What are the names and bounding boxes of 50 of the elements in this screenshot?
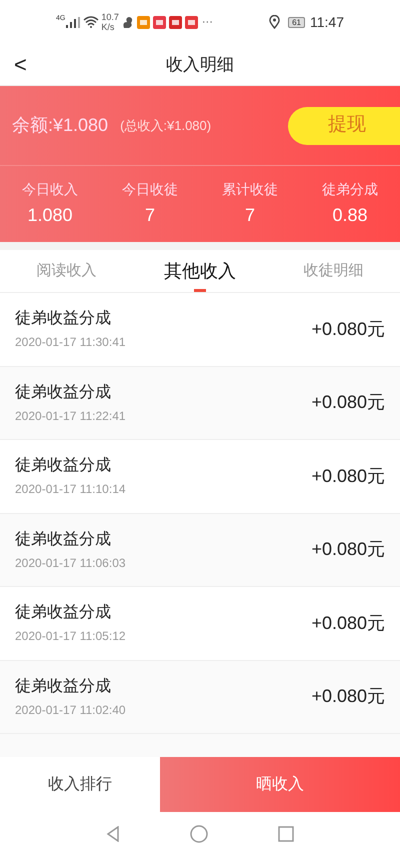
record-time: 2020-01-17 11:02:40	[15, 702, 126, 719]
home-nav-icon[interactable]	[190, 824, 208, 842]
stat-label: 今日收徒	[122, 180, 178, 199]
record-amount: +0.080元	[311, 612, 385, 635]
app-icon	[136, 16, 150, 28]
wifi-icon	[83, 16, 100, 28]
record-amount: +0.080元	[311, 538, 385, 562]
share-income-button[interactable]: 晒收入	[160, 757, 400, 812]
withdraw-button[interactable]: 提现	[288, 106, 400, 144]
signal-icon	[66, 16, 80, 28]
record-time: 2020-01-17 11:30:41	[15, 334, 126, 352]
stat-value: 0.88	[332, 204, 368, 227]
recents-nav-icon[interactable]	[278, 826, 294, 842]
battery-indicator: 61	[288, 16, 305, 28]
record-amount: +0.080元	[311, 685, 385, 708]
record-amount: +0.080元	[311, 464, 385, 488]
speed-unit: K/s	[101, 22, 116, 32]
stat-label: 今日收入	[22, 180, 78, 199]
network-speed: 10.7	[101, 12, 119, 22]
tab[interactable]: 其他收入	[133, 250, 267, 292]
stat-label: 累计收徒	[222, 180, 278, 199]
balance: 余额:¥1.080	[12, 114, 108, 137]
record-title: 徒弟收益分成	[15, 676, 112, 697]
app-icon	[168, 16, 182, 28]
record-amount: +0.080元	[311, 391, 385, 414]
record-time: 2020-01-17 11:22:41	[15, 408, 126, 425]
more-notifications: ···	[202, 14, 213, 30]
tab[interactable]: 阅读收入	[0, 250, 134, 292]
record-time: 2020-01-17 11:10:14	[15, 481, 126, 498]
record-amount: +0.080元	[311, 318, 385, 341]
total-income: (总收入:¥1.080)	[120, 116, 212, 135]
app-icon	[152, 16, 166, 28]
record-time: 2020-01-17 11:06:03	[15, 554, 126, 572]
record-title: 徒弟收益分成	[15, 456, 112, 476]
stat-value: 7	[244, 204, 255, 227]
record-title: 徒弟收益分成	[15, 602, 112, 624]
stat-label: 徒弟分成	[322, 180, 378, 199]
stat-value: 7	[144, 204, 155, 227]
record-title: 徒弟收益分成	[15, 530, 112, 550]
location-icon	[269, 15, 280, 29]
tab[interactable]: 收徒明细	[266, 250, 400, 292]
record-time: 2020-01-17 11:05:12	[15, 628, 126, 646]
clock: 11:47	[310, 12, 344, 32]
back-button[interactable]: <	[12, 48, 29, 81]
record-title: 徒弟收益分成	[15, 308, 112, 330]
app-icon	[184, 16, 198, 28]
page-title: 收入明细	[166, 54, 234, 76]
stat-value: 1.080	[27, 204, 73, 227]
record-title: 徒弟收益分成	[15, 382, 112, 403]
back-nav-icon[interactable]	[106, 826, 120, 842]
